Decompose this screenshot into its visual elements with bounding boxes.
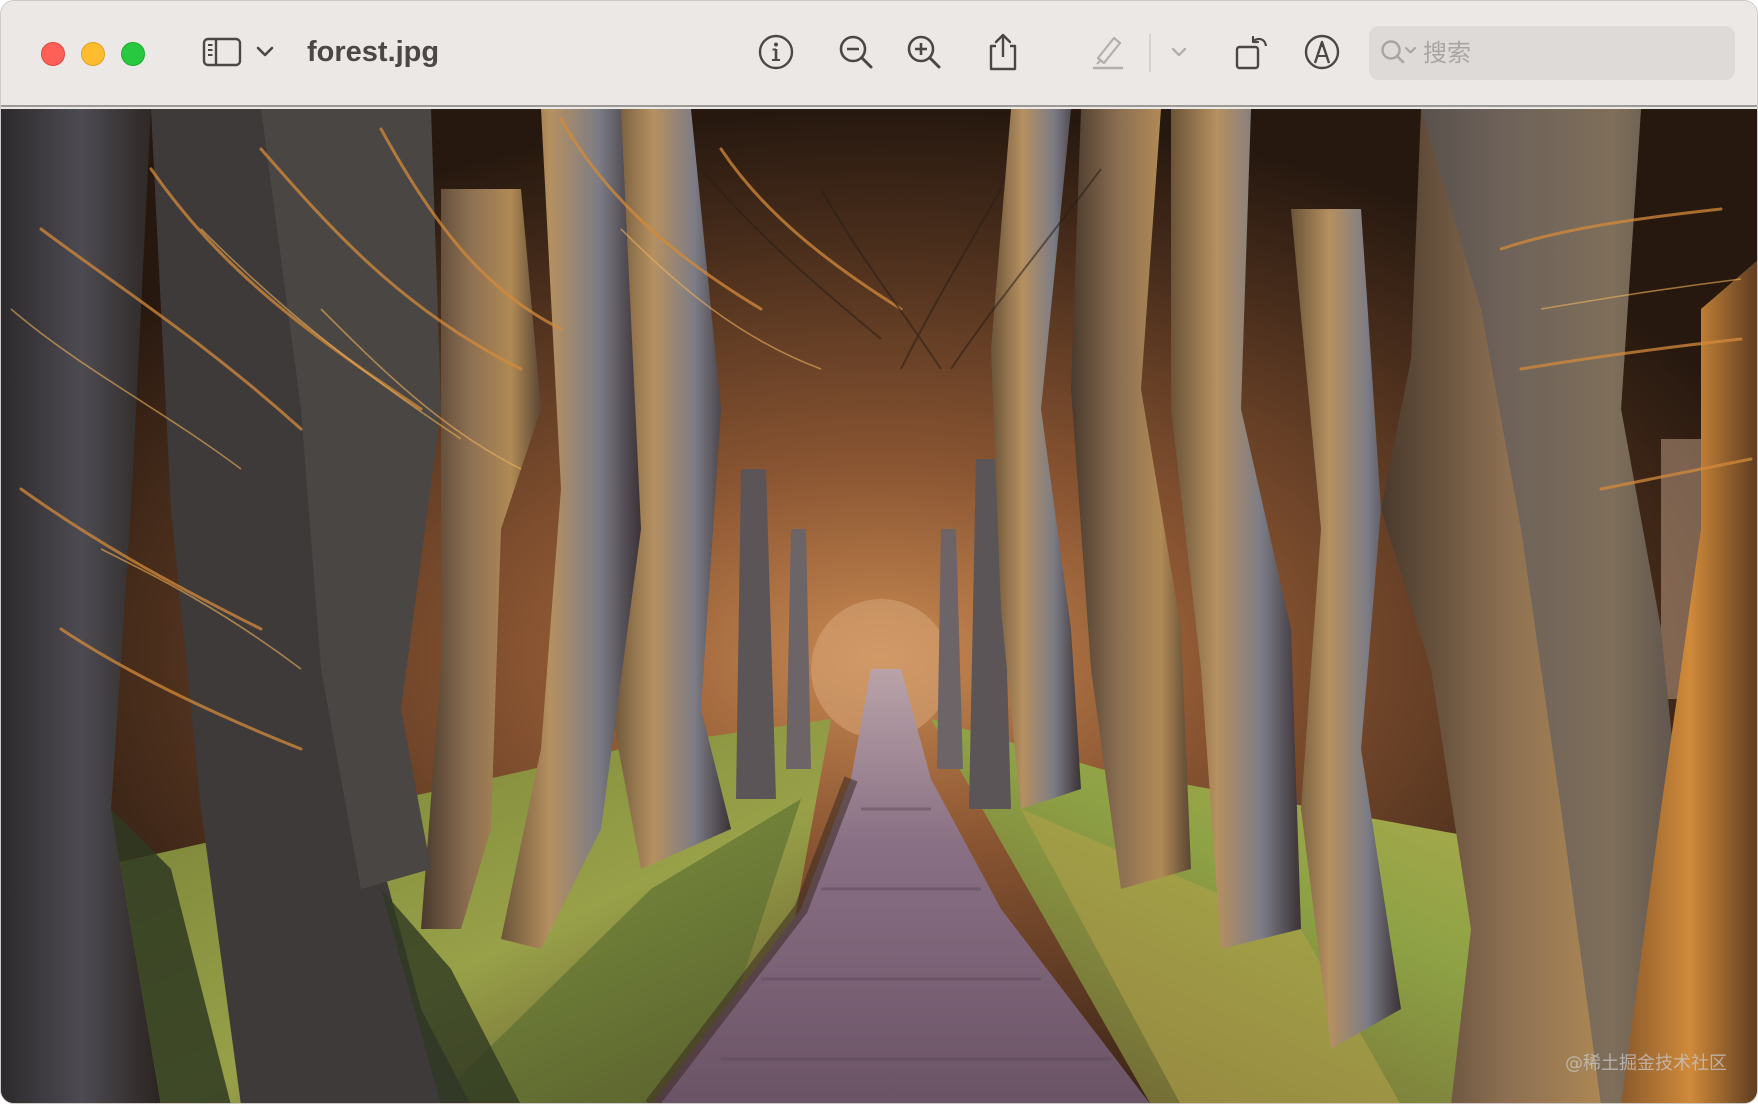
toolbar-divider — [1149, 34, 1151, 72]
highlight-button[interactable] — [1085, 29, 1131, 75]
chevron-down-icon — [256, 46, 274, 57]
share-icon — [989, 33, 1017, 71]
window-toolbar: forest.jpg — [1, 1, 1757, 107]
sidebar-toggle-button[interactable] — [199, 29, 245, 75]
sidebar-icon — [202, 37, 242, 67]
info-icon — [758, 34, 794, 70]
markup-icon — [1304, 34, 1340, 70]
rotate-icon — [1235, 35, 1268, 70]
image-watermark: @稀土掘金技术社区 — [1565, 1053, 1727, 1074]
document-title: forest.jpg — [307, 36, 440, 68]
sidebar-menu-button[interactable] — [245, 29, 285, 75]
rotate-button[interactable] — [1229, 29, 1275, 75]
forest-path-image — [1, 109, 1757, 1103]
highlight-menu-button[interactable] — [1159, 29, 1199, 75]
zoom-out-icon — [839, 35, 873, 69]
minimize-window-button[interactable] — [81, 42, 105, 66]
zoom-out-button[interactable] — [833, 29, 879, 75]
preview-window: forest.jpg 搜索 @稀土掘金技术社区 — [0, 0, 1758, 1104]
search-icon — [1381, 40, 1416, 64]
chevron-down-icon — [1171, 47, 1187, 57]
image-viewport[interactable]: @稀土掘金技术社区 — [1, 109, 1757, 1103]
zoom-in-icon — [907, 35, 941, 69]
highlighter-icon — [1093, 36, 1123, 70]
search-input[interactable] — [1423, 26, 1723, 80]
zoom-in-button[interactable] — [901, 29, 947, 75]
close-window-button[interactable] — [41, 42, 65, 66]
info-button[interactable] — [753, 29, 799, 75]
search-field[interactable] — [1369, 26, 1735, 80]
zoom-window-button[interactable] — [121, 42, 145, 66]
markup-button[interactable] — [1299, 29, 1345, 75]
share-button[interactable] — [980, 29, 1026, 75]
